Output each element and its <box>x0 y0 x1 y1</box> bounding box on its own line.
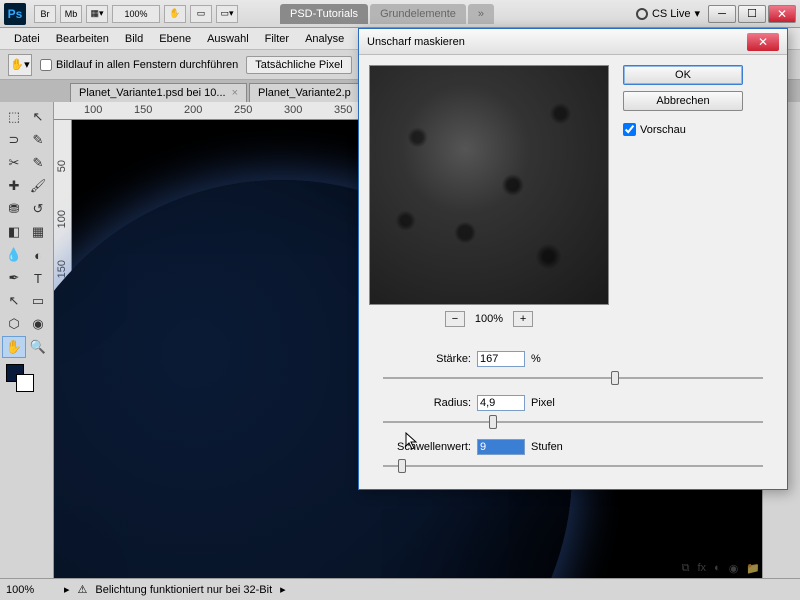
dialog-close-button[interactable]: ✕ <box>747 33 779 51</box>
threshold-label: Schwellenwert: <box>375 441 471 453</box>
pen-tool[interactable]: ✒ <box>2 267 26 289</box>
stamp-tool[interactable]: ⛃ <box>2 198 26 220</box>
scroll-all-label: Bildlauf in allen Fenstern durchführen <box>56 59 238 71</box>
document-tab-2[interactable]: Planet_Variante2.p <box>249 83 360 102</box>
3d-camera-tool[interactable]: ◉ <box>26 313 50 335</box>
eraser-tool[interactable]: ◧ <box>2 221 26 243</box>
filter-preview[interactable] <box>369 65 609 305</box>
amount-unit: % <box>531 353 541 365</box>
path-select-tool[interactable]: ↖ <box>2 290 26 312</box>
menu-ebene[interactable]: Ebene <box>151 33 199 45</box>
fx-icon[interactable]: fx <box>697 562 706 574</box>
menu-analyse[interactable]: Analyse <box>297 33 352 45</box>
minimize-button[interactable]: ─ <box>708 5 736 23</box>
amount-label: Stärke: <box>375 353 471 365</box>
workspace-tab-psd-tutorials[interactable]: PSD-Tutorials <box>280 4 368 24</box>
radius-label: Radius: <box>375 397 471 409</box>
preview-zoom: 100% <box>475 313 503 325</box>
cs-live-label: CS Live <box>652 8 691 20</box>
scroll-all-checkbox[interactable]: Bildlauf in allen Fenstern durchführen <box>40 59 238 71</box>
document-tab-2-label: Planet_Variante2.p <box>258 87 351 99</box>
maximize-button[interactable]: ☐ <box>738 5 766 23</box>
workspace-tab-grundelemente[interactable]: Grundelemente <box>370 4 466 24</box>
menu-filter[interactable]: Filter <box>257 33 297 45</box>
cs-live[interactable]: CS Live ▾ <box>636 7 700 20</box>
arrange-button[interactable]: ▭ <box>190 5 212 23</box>
chevron-icon[interactable]: ▸ <box>64 583 70 596</box>
hand-tool-shortcut[interactable]: ✋ <box>164 5 186 23</box>
preview-checkbox[interactable]: Vorschau <box>623 123 743 136</box>
3d-tool[interactable]: ⬡ <box>2 313 26 335</box>
preview-checkbox-input[interactable] <box>623 123 636 136</box>
document-tab-1-label: Planet_Variante1.psd bei 10... <box>79 87 226 99</box>
mask-icon[interactable]: ◐ <box>714 562 721 574</box>
move-arrow-tool[interactable]: ↖ <box>26 106 50 128</box>
link-icon[interactable]: ⧉ <box>682 562 690 575</box>
current-tool-icon[interactable]: ✋▾ <box>8 54 32 76</box>
cancel-button[interactable]: Abbrechen <box>623 91 743 111</box>
hand-tool[interactable]: ✋ <box>2 336 26 358</box>
amount-input[interactable] <box>477 351 525 367</box>
screen-mode-button[interactable]: ▭▾ <box>216 5 238 23</box>
menu-bearbeiten[interactable]: Bearbeiten <box>48 33 117 45</box>
menu-auswahl[interactable]: Auswahl <box>199 33 257 45</box>
threshold-input[interactable] <box>477 439 525 455</box>
move-tool[interactable]: ⬚ <box>2 106 26 128</box>
quick-select-tool[interactable]: ✎ <box>26 129 50 151</box>
dialog-titlebar[interactable]: Unscharf maskieren ✕ <box>359 29 787 55</box>
healing-tool[interactable]: ✚ <box>2 175 26 197</box>
type-tool[interactable]: T <box>26 267 50 289</box>
close-button[interactable]: ✕ <box>768 5 796 23</box>
menu-bild[interactable]: Bild <box>117 33 151 45</box>
status-zoom[interactable]: 100% <box>6 584 56 596</box>
dialog-title: Unscharf maskieren <box>367 36 465 48</box>
preview-checkbox-label: Vorschau <box>640 124 686 136</box>
zoom-in-button[interactable]: + <box>513 311 533 327</box>
scroll-all-input[interactable] <box>40 59 52 71</box>
document-tab-1[interactable]: Planet_Variante1.psd bei 10... × <box>70 83 247 102</box>
ok-button[interactable]: OK <box>623 65 743 85</box>
radius-unit: Pixel <box>531 397 555 409</box>
lasso-tool[interactable]: ⊃ <box>2 129 26 151</box>
chevron-down-icon: ▾ <box>694 7 700 20</box>
status-bar: 100% ▸ ⚠ Belichtung funktioniert nur bei… <box>0 578 800 600</box>
zoom-level[interactable]: 100% <box>112 5 160 23</box>
chevron-icon[interactable]: ▸ <box>280 583 286 596</box>
zoom-tool[interactable]: 🔍 <box>26 336 50 358</box>
threshold-slider[interactable] <box>383 457 763 475</box>
amount-slider[interactable] <box>383 369 763 387</box>
blur-tool[interactable]: 💧 <box>2 244 26 266</box>
shape-tool[interactable]: ▭ <box>26 290 50 312</box>
tools-panel: ⬚↖ ⊃✎ ✂✎ ✚🖌 ⛃↺ ◧▦ 💧◐ ✒T ↖▭ ⬡◉ ✋🔍 <box>0 102 54 578</box>
gradient-tool[interactable]: ▦ <box>26 221 50 243</box>
workspace-overflow[interactable]: » <box>468 4 494 24</box>
unsharp-mask-dialog: Unscharf maskieren ✕ − 100% + OK Abbrech… <box>358 28 788 490</box>
close-icon[interactable]: × <box>232 87 238 99</box>
warning-icon: ⚠ <box>78 583 88 596</box>
titlebar: Ps Br Mb ▦▾ 100% ✋ ▭ ▭▾ PSD-Tutorials Gr… <box>0 0 800 28</box>
history-brush-tool[interactable]: ↺ <box>26 198 50 220</box>
bridge-button[interactable]: Br <box>34 5 56 23</box>
brush-tool[interactable]: 🖌 <box>26 175 50 197</box>
dodge-tool[interactable]: ◐ <box>26 244 50 266</box>
actual-pixels-button[interactable]: Tatsächliche Pixel <box>246 56 351 74</box>
cs-live-icon <box>636 8 648 20</box>
menu-datei[interactable]: Datei <box>6 33 48 45</box>
minibridge-button[interactable]: Mb <box>60 5 82 23</box>
zoom-out-button[interactable]: − <box>445 311 465 327</box>
photoshop-icon: Ps <box>4 3 26 25</box>
radius-slider[interactable] <box>383 413 763 431</box>
folder-icon[interactable]: 📁 <box>746 562 760 575</box>
adjust-icon[interactable]: ◉ <box>729 562 739 575</box>
color-swatches[interactable] <box>2 364 51 398</box>
crop-tool[interactable]: ✂ <box>2 152 26 174</box>
radius-input[interactable] <box>477 395 525 411</box>
layer-panel-footer: ⧉ fx ◐ ◉ 📁 <box>682 558 760 578</box>
view-mode-button[interactable]: ▦▾ <box>86 5 108 23</box>
eyedropper-tool[interactable]: ✎ <box>26 152 50 174</box>
threshold-unit: Stufen <box>531 441 563 453</box>
background-color[interactable] <box>16 374 34 392</box>
status-hint: Belichtung funktioniert nur bei 32-Bit <box>95 584 272 596</box>
